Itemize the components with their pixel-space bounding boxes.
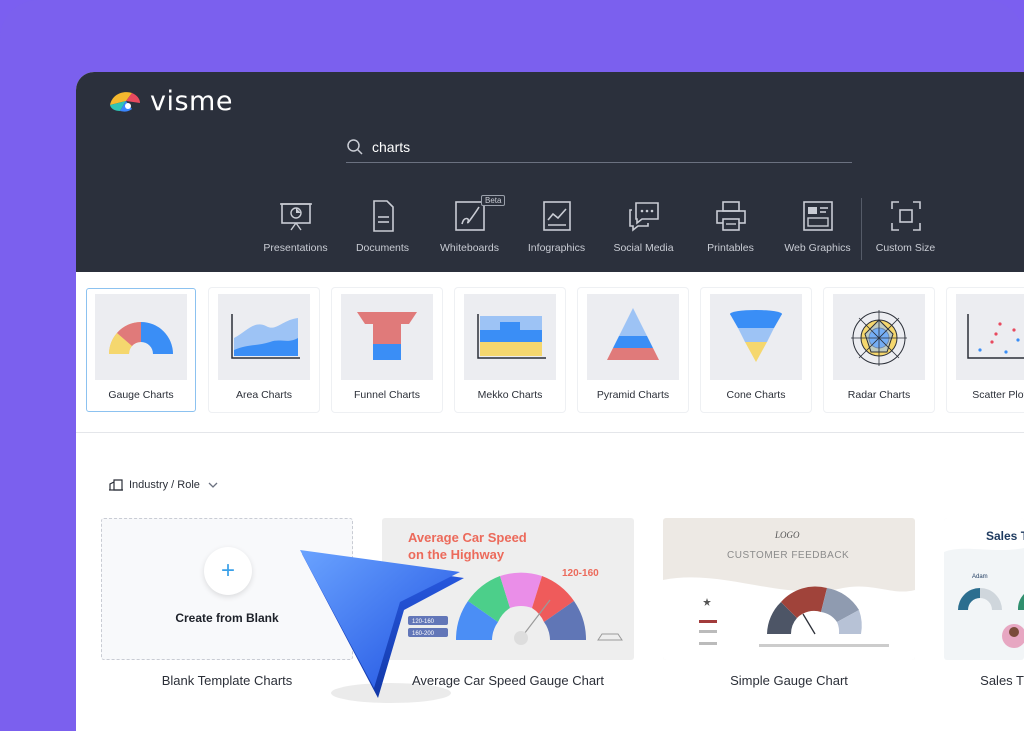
presentation-icon [279, 203, 312, 231]
logo-text: visme [150, 85, 233, 117]
cursor-arrow-icon [300, 550, 464, 703]
chart-type-funnel[interactable]: Funnel Charts [332, 288, 442, 412]
template-label: Simple Gauge Chart [730, 673, 848, 688]
background-frame: visme Presentations Documents Beta White… [0, 0, 1024, 731]
infographic-icon [542, 201, 571, 231]
search-icon [347, 139, 363, 155]
chevron-down-icon [208, 482, 218, 488]
pyramid-chart-icon [607, 308, 659, 360]
chart-type-label: Gauge Charts [108, 389, 174, 401]
sales-title: Sales T [986, 529, 1024, 543]
category-printables[interactable]: Printables [687, 198, 774, 260]
visme-logo[interactable]: visme [106, 85, 233, 117]
chart-type-scatter[interactable]: Scatter Plots [947, 288, 1024, 412]
chart-type-label: Mekko Charts [477, 389, 543, 401]
chart-type-label: Funnel Charts [354, 389, 420, 401]
gauge-thumbnail [95, 294, 187, 380]
area-chart-icon [231, 314, 300, 359]
social-media-icon [628, 202, 659, 232]
chart-type-label: Area Charts [235, 389, 293, 401]
car-speed-title-1: Average Car Speed [408, 530, 527, 545]
search-bar[interactable] [346, 132, 852, 163]
industry-role-filter[interactable]: Industry / Role [109, 479, 218, 491]
category-whiteboards[interactable]: Beta Whiteboards [426, 195, 513, 260]
cone-chart-icon [730, 310, 782, 362]
category-label: Infographics [527, 242, 586, 254]
category-web-graphics[interactable]: Web Graphics [774, 198, 861, 260]
sales-preview: Sales T Adam [944, 518, 1024, 648]
search-input[interactable] [370, 138, 834, 156]
chart-type-cone[interactable]: Cone Charts [701, 288, 811, 412]
custom-size-icon [890, 201, 921, 231]
mekko-thumbnail [464, 294, 556, 380]
chart-type-mekko[interactable]: Mekko Charts [455, 288, 565, 412]
beta-badge: Beta [481, 195, 506, 206]
funnel-chart-icon [357, 312, 417, 360]
template-sales[interactable]: Sales T Adam Sales T [944, 518, 1024, 688]
filter-label: Industry / Role [129, 479, 200, 491]
simple-gauge-thumbnail[interactable]: LOGO CUSTOMER FEEDBACK [663, 518, 915, 660]
chart-type-label: Cone Charts [726, 389, 786, 401]
chart-type-label: Radar Charts [847, 389, 911, 401]
category-label: Whiteboards [440, 242, 499, 254]
chart-type-list: Gauge Charts Area Charts Funnel Charts M… [86, 288, 1024, 412]
sales-person: Adam [972, 574, 988, 580]
category-label: Web Graphics [784, 242, 851, 254]
scatter-thumbnail [956, 294, 1024, 380]
category-bar: Presentations Documents Beta Whiteboards… [252, 195, 949, 260]
category-label: Social Media [613, 242, 674, 254]
category-label: Documents [355, 242, 410, 254]
document-icon [372, 200, 394, 232]
radar-thumbnail [833, 294, 925, 380]
category-label: Printables [707, 242, 754, 254]
category-label: Custom Size [875, 242, 936, 254]
area-thumbnail [218, 294, 310, 380]
chart-type-label: Pyramid Charts [596, 389, 670, 401]
section-divider [76, 432, 1024, 433]
car-speed-range: 120-160 [562, 568, 599, 579]
funnel-thumbnail [341, 294, 433, 380]
category-custom-size[interactable]: Custom Size [862, 198, 949, 260]
radar-chart-icon [851, 310, 907, 366]
add-plus-icon[interactable]: + [204, 547, 252, 595]
building-icon [109, 479, 123, 491]
category-presentations[interactable]: Presentations [252, 198, 339, 260]
sales-thumbnail[interactable]: Sales T Adam [944, 518, 1024, 660]
chart-type-area[interactable]: Area Charts [209, 288, 319, 412]
template-simple-gauge[interactable]: LOGO CUSTOMER FEEDBACK Simple Gauge Char… [663, 518, 915, 688]
feedback-logo-text: LOGO [774, 530, 800, 540]
web-graphics-icon [802, 201, 833, 231]
category-documents[interactable]: Documents [339, 198, 426, 260]
chart-type-pyramid[interactable]: Pyramid Charts [578, 288, 688, 412]
top-bar: visme Presentations Documents Beta White… [76, 72, 1024, 272]
scatter-plot-icon [967, 314, 1024, 359]
cone-thumbnail [710, 294, 802, 380]
printer-icon [715, 201, 746, 231]
mekko-chart-icon [477, 314, 546, 359]
chart-type-label: Scatter Plots [972, 389, 1024, 401]
chart-type-radar[interactable]: Radar Charts [824, 288, 934, 412]
category-social-media[interactable]: Social Media [600, 198, 687, 260]
category-infographics[interactable]: Infographics [513, 198, 600, 260]
chart-type-gauge[interactable]: Gauge Charts [86, 288, 196, 412]
simple-gauge-preview: LOGO CUSTOMER FEEDBACK [663, 530, 915, 660]
app-window: visme Presentations Documents Beta White… [76, 72, 1024, 731]
gauge-chart-icon [109, 322, 173, 354]
pyramid-thumbnail [587, 294, 679, 380]
category-label: Presentations [263, 242, 328, 254]
template-label: Sales T [980, 673, 1024, 688]
logo-mark-icon [110, 92, 140, 112]
feedback-title: CUSTOMER FEEDBACK [727, 550, 849, 561]
